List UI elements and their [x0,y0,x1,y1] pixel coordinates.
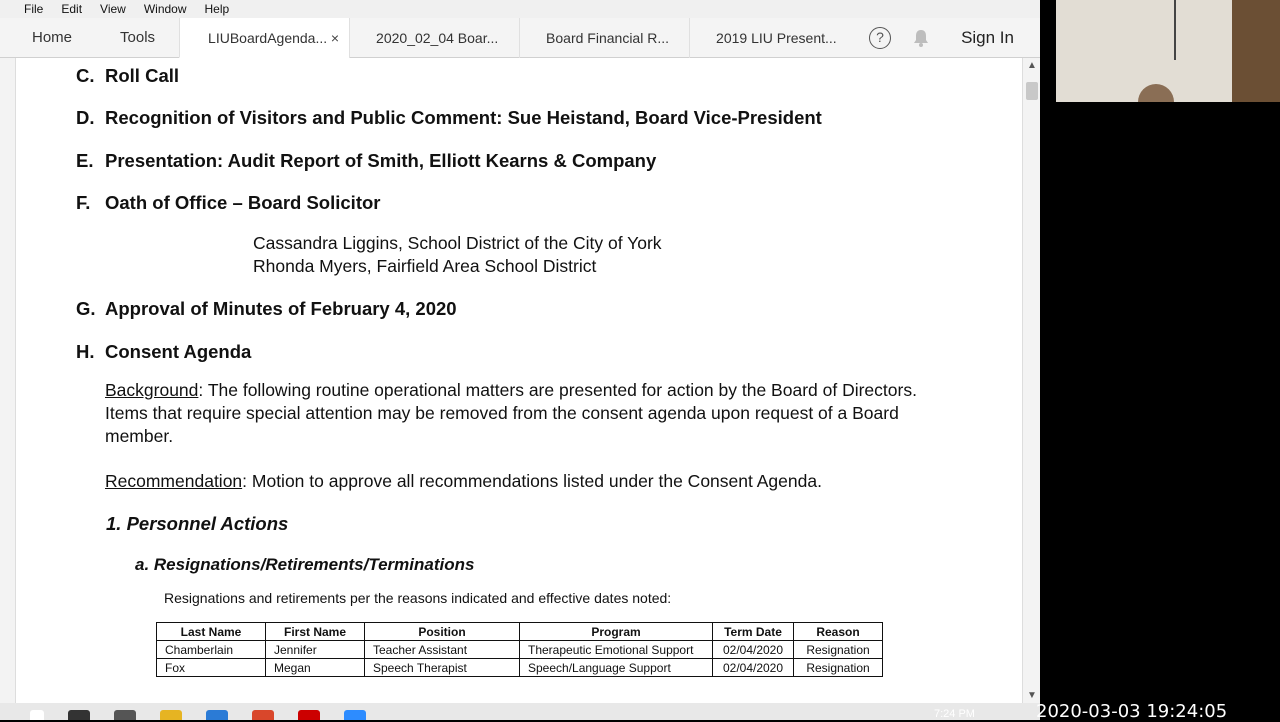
zoom-icon[interactable] [344,710,366,720]
cell: Speech Therapist [364,658,520,677]
col-program: Program [519,622,713,641]
col-reason: Reason [793,622,883,641]
item-d-heading: D. Recognition of Visitors and Public Com… [76,107,822,129]
file-explorer-icon[interactable] [160,710,182,720]
scrollbar-thumb[interactable] [1026,82,1038,100]
cell: Teacher Assistant [364,640,520,659]
item-letter: E. [76,150,94,171]
microphone-stand [1174,0,1176,60]
item-letter: F. [76,192,91,213]
webcam-feed [1056,0,1280,102]
tab-label: 2019 LIU Present... [716,29,837,46]
tab-label: 2020_02_04 Boar... [376,29,499,46]
cell: Speech/Language Support [519,658,713,677]
col-first-name: First Name [265,622,365,641]
item-text: Oath of Office – Board Solicitor [105,192,381,213]
cell: Chamberlain [156,640,266,659]
taskbar [30,710,366,720]
menu-window[interactable]: Window [134,2,195,16]
background-label: Background [105,380,199,400]
menu-view[interactable]: View [90,2,134,16]
task-view-icon[interactable] [114,710,136,720]
item-c-heading: C. Roll Call [76,65,179,87]
close-icon[interactable]: × [331,18,339,57]
menu-file[interactable]: File [0,2,51,16]
table-row: Fox Megan Speech Therapist Speech/Langua… [156,658,883,677]
tab-liu-board-agenda[interactable]: LIUBoardAgenda... × [179,17,350,58]
solicitor-line-2: Rhonda Myers, Fairfield Area School Dist… [253,256,597,276]
col-term-date: Term Date [712,622,794,641]
taskbar-clock: 7:24 PM [934,708,975,720]
item-letter: D. [76,107,95,128]
sign-in-button[interactable]: Sign In [961,28,1014,48]
webcam-door-frame [1232,0,1280,102]
item-text: Roll Call [105,65,180,86]
menu-help[interactable]: Help [195,2,238,16]
tools-tab[interactable]: Tools [102,18,179,58]
toolbar-right: ? Sign In [869,18,1040,58]
home-tab[interactable]: Home [0,18,102,58]
table-header-row: Last Name First Name Position Program Te… [156,622,883,641]
tab-liu-presentation[interactable]: 2019 LIU Present... [689,17,859,58]
item-letter: C. [76,65,95,86]
menu-bar: File Edit View Window Help [0,0,1040,18]
cell: Resignation [793,658,883,677]
document-viewer[interactable]: C. Roll Call D. Recognition of Visitors an… [16,58,1022,703]
col-last-name: Last Name [156,622,266,641]
windows-start-icon[interactable] [30,710,44,720]
personnel-actions-heading: 1. Personnel Actions [106,513,289,534]
background-text: : The following routine operational matt… [105,380,917,446]
item-g-heading: G. Approval of Minutes of February 4, 202… [76,298,457,320]
tab-board-minutes[interactable]: 2020_02_04 Boar... [349,17,519,58]
search-icon[interactable] [68,710,90,720]
menu-edit[interactable]: Edit [51,2,90,16]
acrobat-icon[interactable] [298,710,320,720]
background-paragraph: Background: The following routine operat… [105,379,955,448]
cell: Therapeutic Emotional Support [519,640,713,659]
vertical-scrollbar[interactable]: ▲ ▼ [1022,58,1040,703]
table-row: Chamberlain Jennifer Teacher Assistant T… [156,640,883,659]
item-h-heading: H. Consent Agenda [76,341,251,363]
cell: 02/04/2020 [712,658,794,677]
bell-icon[interactable] [911,28,931,48]
scroll-up-icon[interactable]: ▲ [1027,60,1037,71]
cell: Resignation [793,640,883,659]
item-text: Recognition of Visitors and Public Comme… [105,107,822,128]
chrome-icon[interactable] [252,710,274,720]
pdf-reader-window: File Edit View Window Help Home Tools LI… [0,0,1040,720]
left-panel-strip [0,58,16,703]
cell: Megan [265,658,365,677]
item-text: Presentation: Audit Report of Smith, Ell… [105,150,657,171]
recommendation-text: : Motion to approve all recommendations … [242,471,822,491]
item-e-heading: E. Presentation: Audit Report of Smith, E… [76,150,656,172]
tab-bar: Home Tools LIUBoardAgenda... × 2020_02_0… [0,17,1040,58]
item-text: Consent Agenda [105,341,252,362]
item-text: Approval of Minutes of February 4, 2020 [105,298,457,319]
cell: 02/04/2020 [712,640,794,659]
resignations-table: Last Name First Name Position Program Te… [156,622,883,677]
cell: Jennifer [265,640,365,659]
item-letter: G. [76,298,96,319]
tab-label: Board Financial R... [546,29,669,46]
item-f-heading: F. Oath of Office – Board Solicitor [76,192,380,214]
app-icon[interactable] [206,710,228,720]
resignations-note: Resignations and retirements per the rea… [164,590,672,606]
tab-board-financial[interactable]: Board Financial R... [519,17,689,58]
recommendation-label: Recommendation [105,471,243,491]
col-position: Position [364,622,520,641]
scroll-down-icon[interactable]: ▼ [1027,690,1037,701]
resignations-heading: a. Resignations/Retirements/Terminations [135,555,475,574]
solicitor-line-1: Cassandra Liggins, School District of th… [253,233,662,253]
recommendation-paragraph: Recommendation: Motion to approve all re… [105,470,822,493]
recording-timestamp: 2020-03-03 19:24:05 [1036,701,1228,722]
tab-label: LIUBoardAgenda... [208,29,328,46]
cell: Fox [156,658,266,677]
help-icon[interactable]: ? [869,26,892,49]
item-letter: H. [76,341,95,362]
